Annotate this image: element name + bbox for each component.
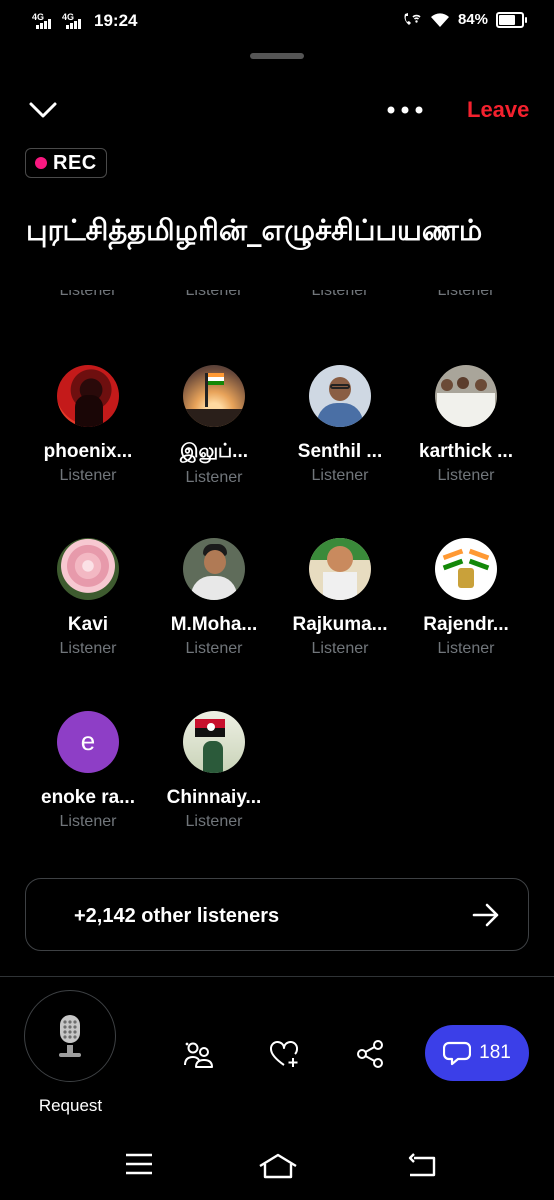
recording-label: REC <box>53 151 97 174</box>
sheet-grabber[interactable] <box>250 53 304 59</box>
comment-count: 181 <box>479 1042 511 1063</box>
listener-name: M.Moha... <box>170 614 258 635</box>
other-listeners-label: +2,142 other listeners <box>74 905 280 927</box>
listener-item[interactable]: phoenix... Listener <box>25 365 151 485</box>
listener-item[interactable]: e enoke ra... Listener <box>25 711 151 831</box>
listener-name: Senthil ... <box>297 441 383 462</box>
back-icon[interactable] <box>406 1152 438 1183</box>
comment-bubble-icon <box>443 1041 472 1066</box>
listener-role: Listener <box>59 640 117 657</box>
share-icon[interactable] <box>354 1038 386 1070</box>
chevron-down-icon[interactable] <box>28 98 58 124</box>
microphone-icon <box>59 1015 81 1057</box>
listener-name: Kavi <box>67 614 109 635</box>
listener-partial-3[interactable]: Listener <box>277 290 403 300</box>
wifi-icon <box>430 12 449 27</box>
other-listeners-button[interactable]: +2,142 other listeners <box>25 878 529 951</box>
listener-role: Listener <box>185 290 243 299</box>
listener-role: Listener <box>437 640 495 657</box>
clock: 19:24 <box>94 11 138 30</box>
listener-item[interactable]: Kavi Listener <box>25 538 151 658</box>
listener-name: இலுப்... <box>179 441 249 462</box>
listener-item[interactable]: Senthil ... Listener <box>277 365 403 485</box>
heart-plus-icon[interactable] <box>268 1038 300 1070</box>
comments-button[interactable]: 181 <box>425 1025 529 1081</box>
request-mic-button[interactable] <box>24 990 116 1082</box>
listener-role: Listener <box>437 467 495 484</box>
recording-dot-icon <box>35 157 47 169</box>
listener-item[interactable]: Rajkuma... Listener <box>277 538 403 658</box>
listener-item[interactable]: Rajendr... Listener <box>403 538 529 658</box>
listener-role: Listener <box>185 469 243 486</box>
home-icon[interactable] <box>258 1152 298 1185</box>
menu-icon[interactable] <box>124 1152 154 1181</box>
listener-item[interactable]: karthick ... Listener <box>403 365 529 485</box>
leave-button[interactable]: Leave <box>467 97 529 123</box>
listener-item[interactable]: இலுப்... Listener <box>151 365 277 487</box>
listener-name: Rajkuma... <box>292 614 388 635</box>
listener-partial-4[interactable]: Listener <box>403 290 529 300</box>
listener-item[interactable]: Chinnaiy... Listener <box>151 711 277 831</box>
battery-icon <box>496 11 527 28</box>
space-title: புரட்சித்தமிழரின்_எழுச்சிப்பயணம் <box>26 213 483 247</box>
recording-badge: REC <box>25 148 107 178</box>
listener-role: Listener <box>59 467 117 484</box>
listener-role: Listener <box>185 640 243 657</box>
listener-role: Listener <box>437 290 495 299</box>
avatar <box>309 365 371 427</box>
listener-role: Listener <box>311 290 369 299</box>
avatar <box>57 538 119 600</box>
status-bar: 4G 4G 19:24 84% <box>0 0 554 44</box>
avatar <box>57 365 119 427</box>
listener-grid: Listener Listener Listener Listener phoe… <box>0 290 554 850</box>
request-label: Request <box>38 1096 103 1115</box>
signal-icon-1: 4G <box>32 13 54 29</box>
listener-role: Listener <box>59 290 117 299</box>
wifi-calling-icon <box>404 12 421 25</box>
listener-role: Listener <box>311 467 369 484</box>
listener-partial-1[interactable]: Listener <box>25 290 151 300</box>
avatar-initial: e <box>80 726 96 756</box>
avatar <box>183 538 245 600</box>
listener-role: Listener <box>185 813 243 830</box>
arrow-right-icon <box>472 903 499 927</box>
listener-item[interactable]: M.Moha... Listener <box>151 538 277 658</box>
listener-name: karthick ... <box>419 441 513 462</box>
more-options-icon[interactable] <box>386 100 424 120</box>
system-nav-bar <box>0 1140 554 1200</box>
listener-name: phoenix... <box>43 441 133 462</box>
avatar: e <box>57 711 119 773</box>
avatar <box>309 538 371 600</box>
listener-name: Chinnaiy... <box>166 787 262 808</box>
battery-percent: 84% <box>457 11 488 28</box>
listener-role: Listener <box>311 640 369 657</box>
listener-role: Listener <box>59 813 117 830</box>
listener-name: enoke ra... <box>41 787 135 808</box>
listener-partial-2[interactable]: Listener <box>151 290 277 300</box>
avatar <box>183 365 245 427</box>
divider <box>0 976 554 977</box>
signal-icon-2: 4G <box>62 13 84 29</box>
people-icon[interactable] <box>182 1038 214 1070</box>
avatar <box>435 365 497 427</box>
listener-name: Rajendr... <box>423 614 509 635</box>
avatar <box>183 711 245 773</box>
avatar <box>435 538 497 600</box>
